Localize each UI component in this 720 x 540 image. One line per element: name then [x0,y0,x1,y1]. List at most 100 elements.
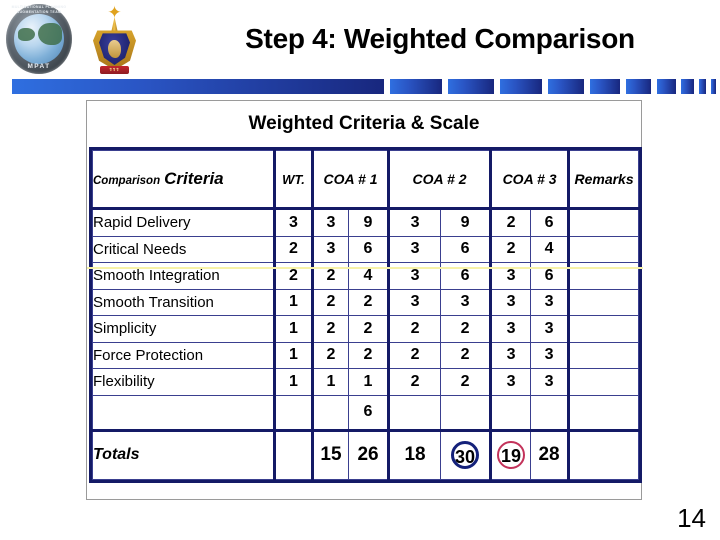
accent-bar-segment [390,79,442,94]
cell-coa3-weighted: 6 [530,262,571,290]
cell-coa1-score: 1 [312,368,349,396]
cell-coa3-score: 3 [490,341,532,369]
page-title: Step 4: Weighted Comparison [245,23,635,54]
accent-bar-segment [699,79,706,94]
totals-coa1-score: 15 [312,428,349,480]
cell-coa3-weighted: 3 [530,288,571,316]
cell-coa2-score: 3 [388,288,442,316]
cell-coa3-weighted: 3 [530,368,571,396]
table-row-totals: Totals 15 26 18 30 19 28 [92,428,640,480]
cell-coa3-score [490,394,532,431]
cell-coa3-weighted: 6 [530,208,571,237]
cell-remarks [568,288,640,316]
cell-coa2-score: 3 [388,235,442,263]
cell-remarks [568,341,640,369]
totals-coa1-weighted: 26 [347,428,391,480]
cell-coa2-weighted [440,394,493,431]
cell-criteria [92,394,275,431]
crest-figure-icon [108,40,121,58]
cell-coa2-weighted: 2 [440,368,493,396]
accent-bar-segment [448,79,494,94]
cell-coa3-score: 2 [490,208,532,237]
totals-coa2-weighted-highlight: 30 [451,441,480,469]
cell-remarks [568,394,640,431]
cell-coa2-weighted: 3 [440,288,493,316]
cell-wt: 2 [273,262,314,290]
cell-coa1-score: 3 [312,235,349,263]
cell-remarks [568,315,640,343]
cell-coa2-score: 2 [388,315,442,343]
weighted-comparison-table: Comparison Criteria WT. COA # 1 COA # 2 C… [88,147,643,483]
cell-criteria: Critical Needs [92,235,275,263]
column-header-remarks: Remarks [568,150,640,210]
column-header-criteria-main: Criteria [164,169,224,188]
cell-coa3-score: 3 [490,368,532,396]
cell-remarks [568,235,640,263]
cell-coa2-score: 3 [388,208,442,237]
cell-coa1-score [312,394,349,431]
column-header-coa1: COA # 1 [311,150,391,210]
accent-bar-segment [657,79,676,94]
mpat-ring-text: MULTINATIONAL PLANNING AUGMENTATION TEAM [11,5,67,14]
cell-coa2-score [388,394,442,431]
cell-coa2-weighted: 2 [440,315,493,343]
table-row: Smooth Transition 1 2 2 3 3 3 3 [92,288,640,316]
cell-wt: 1 [273,341,314,369]
cell-criteria: Simplicity [92,315,275,343]
accent-bar-segment [681,79,694,94]
cell-coa3-weighted: 4 [530,235,571,263]
cell-coa1-score: 2 [312,262,349,290]
totals-coa3-weighted: 28 [530,428,571,480]
column-header-criteria-prefix: Comparison [93,175,161,187]
cell-coa1-score: 2 [312,315,349,343]
cell-coa2-score: 3 [388,262,442,290]
accent-bar-segment [548,79,584,94]
cell-coa1-score: 3 [312,208,349,237]
accent-bar-segment [590,79,620,94]
cell-coa1-weighted: 2 [347,288,391,316]
totals-wt [273,428,314,480]
cell-coa2-score: 2 [388,341,442,369]
cell-criteria: Smooth Transition [92,288,275,316]
cell-coa1-weighted: 2 [347,315,391,343]
cell-coa1-weighted: 9 [347,208,391,237]
cell-coa2-weighted: 2 [440,341,493,369]
mpat-globe-icon [14,14,64,64]
cell-wt: 1 [273,368,314,396]
slide: MULTINATIONAL PLANNING AUGMENTATION TEAM… [0,0,720,540]
table-row: Force Protection 1 2 2 2 2 3 3 [92,341,640,369]
table-row: Critical Needs 2 3 6 3 6 2 4 [92,235,640,263]
column-header-coa2: COA # 2 [388,150,493,210]
cell-criteria: Rapid Delivery [92,208,275,237]
totals-coa3-score-cell: 19 [490,428,532,480]
table-row: Flexibility 1 1 1 2 2 3 3 [92,368,640,396]
page-number: 14 [677,503,706,533]
totals-coa2-score: 18 [388,428,442,480]
cell-remarks [568,368,640,396]
cell-coa3-score: 2 [490,235,532,263]
totals-coa3-score-highlight: 19 [497,441,526,469]
cell-coa2-weighted: 6 [440,235,493,263]
totals-label: Totals [92,428,275,480]
accent-bar-segment [626,79,651,94]
cell-coa2-weighted: 9 [440,208,493,237]
cell-wt: 3 [273,208,314,237]
column-header-coa3: COA # 3 [490,150,571,210]
cell-remarks [568,208,640,237]
cell-coa3-score: 3 [490,262,532,290]
cell-coa3-score: 3 [490,288,532,316]
cell-coa1-weighted: 4 [347,262,391,290]
accent-bar-segment [12,79,384,94]
accent-bar [0,79,720,94]
cell-coa2-weighted: 6 [440,262,493,290]
cell-coa1-score: 2 [312,288,349,316]
cell-wt: 1 [273,288,314,316]
cell-criteria: Flexibility [92,368,275,396]
cell-criteria: Force Protection [92,341,275,369]
cell-coa3-weighted: 3 [530,315,571,343]
totals-remarks [568,428,640,480]
table-caption: Weighted Criteria & Scale [248,113,480,134]
cell-coa3-score: 3 [490,315,532,343]
weighted-comparison-panel: Weighted Criteria & Scale Comparison Crit… [86,100,643,500]
table-header-row: Comparison Criteria WT. COA # 1 COA # 2 C… [92,150,640,210]
